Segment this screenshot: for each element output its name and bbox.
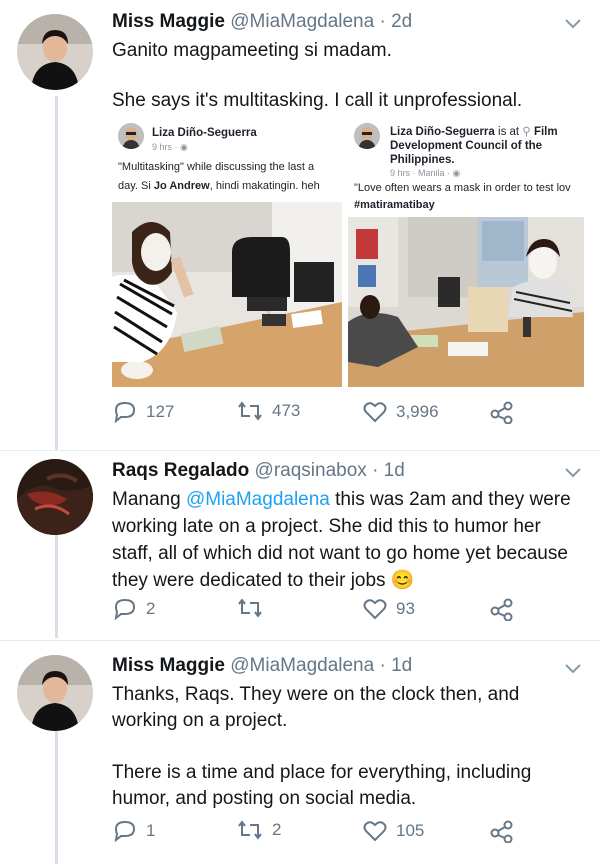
- tweet-paragraph: Thanks, Raqs. They were on the clock the…: [112, 684, 520, 731]
- author-name[interactable]: Raqs Regalado: [112, 460, 249, 481]
- retweet-count: 2: [272, 820, 282, 839]
- reply-icon: [114, 598, 136, 621]
- reply-count: 2: [146, 599, 156, 618]
- fb-is-at: is at: [494, 126, 523, 138]
- mention-link[interactable]: @MiaMagdalena: [186, 489, 330, 510]
- globe-icon: ◉: [180, 142, 188, 152]
- tweet-time[interactable]: · 2d: [379, 11, 412, 32]
- reply-icon: [114, 401, 136, 424]
- chevron-down-icon[interactable]: [564, 467, 582, 479]
- tweet-line: She says it's multitasking. I call it un…: [112, 90, 523, 111]
- smiling-face-icon: 😊: [390, 570, 415, 591]
- tweet-line: Ganito magpameeting si madam.: [112, 40, 392, 61]
- meeting-photo: [348, 217, 584, 387]
- heart-icon: [363, 402, 387, 423]
- tweet-time[interactable]: · 1d: [379, 655, 412, 676]
- reply-button[interactable]: 1: [112, 819, 155, 843]
- location-pin-icon: ⚲: [522, 126, 531, 138]
- author-name[interactable]: Miss Maggie: [112, 655, 225, 676]
- like-count: 105: [396, 821, 425, 840]
- reply-count: 127: [146, 402, 175, 421]
- embedded-screenshot-right[interactable]: Liza Diño-Seguerra is at ⚲ Film Developm…: [348, 117, 584, 387]
- share-button[interactable]: [489, 819, 515, 843]
- author-handle[interactable]: @MiaMagdalena: [230, 11, 374, 32]
- heart-icon: [363, 821, 387, 842]
- fb-author-name: Liza Diño-Seguerra: [152, 127, 257, 139]
- reply-count: 1: [146, 821, 156, 840]
- tweet-paragraph: There is a time and place for everything…: [112, 762, 532, 809]
- tweet-text: Thanks, Raqs. They were on the clock the…: [112, 682, 582, 812]
- fb-place: Development Council of the: [390, 140, 543, 152]
- tweet-actions: 127 473 3,996: [112, 400, 532, 426]
- author-handle[interactable]: @raqsinabox: [255, 460, 367, 481]
- embedded-screenshot-left[interactable]: Liza Diño-Seguerra 9 hrs · ◉ "Multitaski…: [112, 117, 342, 387]
- share-icon: [490, 820, 513, 843]
- share-button[interactable]: [489, 400, 515, 424]
- avatar: [118, 123, 144, 149]
- fb-meta: 9 hrs · Manila ·: [390, 168, 451, 178]
- fb-text: , hindi makatingin. heh: [209, 180, 320, 192]
- avatar[interactable]: [17, 14, 93, 90]
- globe-icon: ◉: [452, 168, 461, 178]
- fb-place: Film: [533, 126, 558, 138]
- fb-text: day. Si Jo Andrew, hindi makatingin. heh: [118, 178, 320, 195]
- tweet-actions: 2 93: [112, 597, 532, 623]
- like-button[interactable]: 105: [362, 819, 424, 843]
- share-button[interactable]: [489, 597, 515, 621]
- retweet-icon: [238, 820, 262, 840]
- tweet-actions: 1 2 105: [112, 819, 532, 845]
- tweet-text: Manang @MiaMagdalena this was 2am and th…: [112, 486, 582, 594]
- chevron-down-icon[interactable]: [564, 18, 582, 30]
- retweet-button[interactable]: 473: [236, 400, 300, 422]
- fb-place: Philippines.: [390, 154, 455, 166]
- avatar[interactable]: [17, 459, 93, 535]
- fb-hashtag: #matiramatibay: [354, 199, 435, 211]
- like-button[interactable]: 93: [362, 597, 415, 621]
- retweet-button[interactable]: [236, 597, 272, 619]
- chevron-down-icon[interactable]: [564, 663, 582, 675]
- reply-button[interactable]: 2: [112, 597, 155, 621]
- tweet[interactable]: Miss Maggie @MiaMagdalena · 2d Ganito ma…: [0, 0, 600, 450]
- reply-button[interactable]: 127: [112, 400, 174, 424]
- author-handle[interactable]: @MiaMagdalena: [230, 655, 374, 676]
- retweet-icon: [238, 401, 262, 421]
- fb-meta: 9 hrs ·: [152, 142, 178, 152]
- fb-text: day. Si: [118, 180, 154, 192]
- fb-author-name: Liza Diño-Seguerra: [390, 126, 495, 138]
- like-count: 3,996: [396, 402, 439, 421]
- fb-text: "Multitasking" while discussing the last…: [118, 161, 315, 173]
- like-count: 93: [396, 599, 415, 618]
- tweet-text: Ganito magpameeting si madam. She says i…: [112, 38, 582, 113]
- avatar[interactable]: [17, 655, 93, 731]
- retweet-icon: [238, 598, 262, 618]
- tweet-time[interactable]: · 1d: [372, 460, 405, 481]
- heart-icon: [363, 599, 387, 620]
- share-icon: [490, 401, 513, 424]
- fb-text: "Love often wears a mask in order to tes…: [354, 182, 571, 194]
- share-icon: [490, 598, 513, 621]
- retweet-count: 473: [272, 401, 301, 420]
- avatar: [354, 123, 380, 149]
- tweet[interactable]: Raqs Regalado @raqsinabox · 1d Manang @M…: [0, 451, 600, 640]
- fb-author-line: Liza Diño-Seguerra is at ⚲ Film: [390, 125, 580, 139]
- like-button[interactable]: 3,996: [362, 400, 439, 424]
- tweet-text-part: Manang: [112, 489, 186, 510]
- reply-icon: [114, 820, 136, 843]
- retweet-button[interactable]: 2: [236, 819, 281, 841]
- meeting-photo: [112, 202, 342, 387]
- fb-tagged-name: Jo Andrew: [153, 180, 210, 192]
- author-name[interactable]: Miss Maggie: [112, 11, 225, 32]
- tweet[interactable]: Miss Maggie @MiaMagdalena · 1d Thanks, R…: [0, 641, 600, 864]
